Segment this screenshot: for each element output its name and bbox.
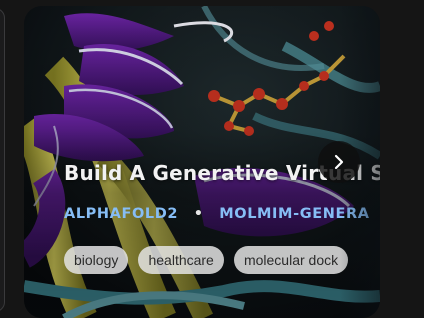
model-tags: ALPHAFOLD2 • MOLMIM-GENERA <box>64 206 370 222</box>
chevron-right-icon <box>334 154 344 170</box>
model-tag[interactable]: ALPHAFOLD2 <box>64 206 178 222</box>
chip-molecular-docking[interactable]: molecular dock <box>233 246 349 274</box>
chip-biology[interactable]: biology <box>64 246 129 274</box>
previous-card-edge[interactable] <box>0 8 5 312</box>
model-separator: • <box>193 206 204 222</box>
carousel-next-button[interactable] <box>318 141 360 183</box>
carousel-gutter <box>380 0 424 318</box>
chip-healthcare[interactable]: healthcare <box>138 246 224 274</box>
category-chips: biology healthcare molecular dock <box>64 246 353 274</box>
